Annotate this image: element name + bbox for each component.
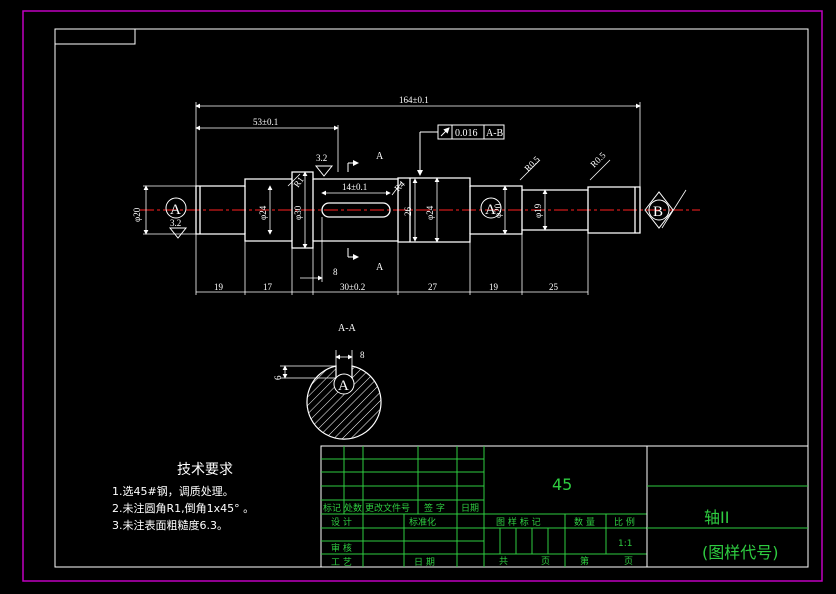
section-datum-label: A <box>338 378 349 394</box>
dim-dia-20: φ20 <box>132 207 142 222</box>
tb-label-date: 日期 <box>461 503 479 514</box>
tb-label-sheet: 第 <box>580 555 589 567</box>
dim-dia-24a: φ24 <box>258 205 268 220</box>
roughness-triangle-left <box>168 227 188 239</box>
tech-requirements-title: 技术要求 <box>177 462 233 478</box>
dim-seg-30: 30±0.2 <box>340 282 365 292</box>
tolerance-value: 0.016 <box>455 128 478 139</box>
roughness-triangle-top <box>314 165 334 177</box>
datum-b-label: B <box>653 204 663 220</box>
tech-requirement-item: 2.未注圆角R1,倒角1x45° 。 <box>112 501 254 515</box>
tb-label-page2: 页 <box>624 556 633 567</box>
dim-dia-26: 26 <box>403 207 413 217</box>
dim-dia-20b: φ20 <box>493 203 503 218</box>
tech-requirement-item: 3.未注表面粗糙度6.3。 <box>112 518 228 532</box>
datum-right-marker: B <box>644 191 674 229</box>
dim-seg-17: 17 <box>263 282 273 292</box>
tb-scale-value: 1:1 <box>618 539 632 549</box>
dim-keyway-length: 14±0.1 <box>342 182 367 192</box>
tb-label-stage-mark: 图 样 标 记 <box>496 516 541 528</box>
dim-radius-r05b: R0.5 <box>588 150 608 170</box>
cut-mark-bottom-label: A <box>376 262 384 273</box>
runout-tolerance-frame: 0.016 A-B <box>417 124 505 176</box>
corner-box <box>54 28 136 45</box>
drawing-canvas: A A B 3.2 3.2 A A 0.016 A-B 164±0.1 53±0… <box>22 10 823 582</box>
dim-keyway-offset: 8 <box>333 267 338 277</box>
tb-label-change-doc: 更改文件号 <box>365 502 410 514</box>
tech-requirement-item: 1.选45#钢，调质处理。 <box>112 485 234 498</box>
dim-lines-bottom <box>195 217 589 295</box>
dim-dia-30: φ30 <box>293 205 303 220</box>
tb-label-mark: 标记 <box>323 502 341 514</box>
dim-seg-25: 25 <box>549 282 559 292</box>
tb-label-standardize: 标准化 <box>409 516 436 528</box>
dim-dia-19: φ19 <box>533 203 543 218</box>
roughness-value-left: 3.2 <box>170 218 181 228</box>
dim-left-to-shoulder: 53±0.1 <box>253 117 278 127</box>
tb-label-total: 共 <box>499 556 508 567</box>
section-key-depth: 6 <box>273 375 283 380</box>
tolerance-datum: A-B <box>486 128 504 139</box>
roughness-value-top: 3.2 <box>316 153 327 163</box>
dim-radius-r05a: R0.5 <box>522 154 542 174</box>
section-key-width: 8 <box>360 350 365 360</box>
tb-label-weight: 数 量 <box>574 516 595 528</box>
tb-label-review: 审 核 <box>331 542 352 554</box>
dim-seg-19b: 19 <box>489 282 499 292</box>
datum-a-label: A <box>170 202 181 218</box>
tb-label-date2: 日 期 <box>414 557 435 568</box>
tb-label-scale: 比 例 <box>614 516 635 528</box>
tb-label-process: 工 艺 <box>331 557 352 568</box>
dim-dia-24b: φ24 <box>425 205 435 220</box>
datum-a-marker: A <box>165 197 187 219</box>
dim-radius-r1: R1 <box>291 175 305 189</box>
material-value: 45 <box>552 475 572 494</box>
dim-seg-19a: 19 <box>214 282 224 292</box>
cut-mark-top-label: A <box>376 151 384 162</box>
dim-lines-diameter <box>143 159 687 249</box>
tb-label-page: 页 <box>541 556 550 567</box>
dim-seg-27: 27 <box>428 282 438 292</box>
part-name: 轴II <box>704 508 729 527</box>
dim-total-length: 164±0.1 <box>399 95 429 105</box>
tb-label-design: 设 计 <box>331 516 352 528</box>
section-view: A <box>280 350 382 440</box>
tb-label-count: 处数 <box>344 502 362 514</box>
section-title: A-A <box>338 323 357 334</box>
drawing-number: (图样代号) <box>702 543 779 562</box>
tb-label-sign: 签 字 <box>424 502 445 514</box>
